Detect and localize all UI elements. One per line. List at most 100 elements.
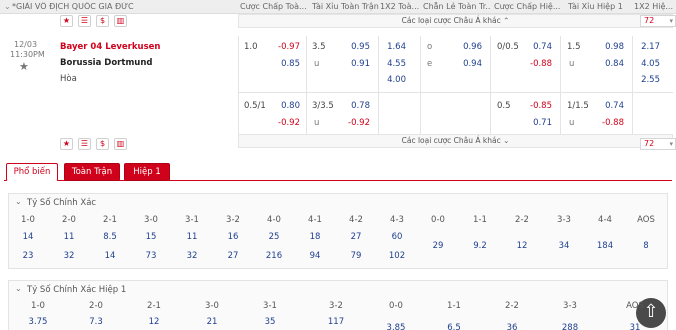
odd-alt-h1-ou-over[interactable]: 0.74 <box>592 101 624 111</box>
score-odd[interactable]: 94 <box>295 251 335 261</box>
odd-alt-h1-ou-under[interactable]: -0.88 <box>592 118 624 128</box>
score-odd[interactable]: 27 <box>336 232 376 242</box>
h1-hdp-line: 0/0.5 <box>497 42 519 52</box>
chevron-down-icon[interactable]: ⌄ <box>15 197 22 206</box>
score-odd[interactable]: 8 <box>626 241 666 251</box>
alt-h1-ou-line: 1/1.5 <box>567 101 589 111</box>
score-odd[interactable]: 25 <box>254 232 294 242</box>
score-odd[interactable]: 32 <box>172 251 212 261</box>
favorite-star-icon[interactable]: ★ <box>60 15 73 27</box>
score-odd[interactable]: 184 <box>585 241 625 251</box>
home-team[interactable]: Bayer 04 Leverkusen <box>60 42 160 52</box>
stats-icon[interactable]: ▥ <box>114 138 127 150</box>
odd-alt-hdp-away[interactable]: -0.92 <box>270 118 300 128</box>
odd-alt-h1-hdp-away[interactable]: 0.71 <box>522 118 552 128</box>
chevron-down-icon[interactable]: ⌄ <box>15 284 22 293</box>
stats-icon[interactable]: ▥ <box>114 15 127 27</box>
score-odd[interactable]: 7.3 <box>76 317 116 327</box>
score-odd[interactable]: 14 <box>8 232 48 242</box>
score-odd[interactable]: 73 <box>131 251 171 261</box>
divider <box>420 36 421 134</box>
odd-ou-over[interactable]: 0.95 <box>338 42 370 52</box>
score-odd[interactable]: 18 <box>295 232 335 242</box>
score-odd[interactable]: 102 <box>377 251 417 261</box>
collapse-icon[interactable]: ⌄ <box>4 2 11 11</box>
score-odd[interactable]: 9.2 <box>460 241 500 251</box>
score-odd[interactable]: 216 <box>254 251 294 261</box>
away-team[interactable]: Borussia Dortmund <box>60 58 152 68</box>
score-odd[interactable]: 60 <box>377 232 417 242</box>
odd-alt-h1-hdp-home[interactable]: -0.85 <box>522 101 552 111</box>
score-label: 3-3 <box>563 301 577 311</box>
score-odd[interactable]: 15 <box>131 232 171 242</box>
favorite-star-icon[interactable]: ★ <box>19 60 29 73</box>
score-odd[interactable]: 288 <box>550 323 590 330</box>
odd-1x2-home[interactable]: 1.64 <box>380 42 406 52</box>
col-header-h1-ou: Tài Xỉu Hiệp 1 <box>568 2 623 11</box>
odd-h1-hdp-away[interactable]: -0.88 <box>522 59 552 69</box>
h1-ou-under-label: u <box>569 59 575 69</box>
score-odd[interactable]: 11 <box>172 232 212 242</box>
col-header-h1-hdp: Cược Chấp Hiệ... <box>494 2 561 11</box>
odd-h1-hdp-home[interactable]: 0.74 <box>522 42 552 52</box>
score-odd[interactable]: 8.5 <box>90 232 130 242</box>
score-label: 1-0 <box>31 301 45 311</box>
tab-half-1[interactable]: Hiệp 1 <box>124 163 170 181</box>
odd-alt-ou-under[interactable]: -0.92 <box>338 118 370 128</box>
score-odd[interactable]: 79 <box>336 251 376 261</box>
score-odd[interactable]: 35 <box>250 317 290 327</box>
score-odd[interactable]: 27 <box>213 251 253 261</box>
league-title: *GIẢI VÔ ĐỊCH QUỐC GIA ĐỨC <box>12 2 134 11</box>
favorite-star-icon[interactable]: ★ <box>60 138 73 150</box>
alt-h1-ou-under-label: u <box>569 118 575 128</box>
score-odd[interactable]: 16 <box>213 232 253 242</box>
dollar-icon[interactable]: $ <box>96 15 109 27</box>
score-odd[interactable]: 29 <box>418 241 458 251</box>
score-odd[interactable]: 34 <box>544 241 584 251</box>
odd-hdp-away[interactable]: 0.85 <box>270 59 300 69</box>
score-odd[interactable]: 117 <box>316 317 356 327</box>
more-markets-count-top[interactable]: 72 ▾ <box>640 15 676 27</box>
odd-h1-1x2-away[interactable]: 4.05 <box>634 59 660 69</box>
odd-ou-under[interactable]: 0.91 <box>338 59 370 69</box>
odd-1x2-draw[interactable]: 4.00 <box>380 75 406 85</box>
score-odd[interactable]: 23 <box>8 251 48 261</box>
tab-popular[interactable]: Phổ biến <box>6 163 58 181</box>
list-icon[interactable]: ☰ <box>78 138 91 150</box>
dollar-icon[interactable]: $ <box>96 138 109 150</box>
odd-h1-1x2-home[interactable]: 2.17 <box>634 42 660 52</box>
score-odd[interactable]: 6.5 <box>434 323 474 330</box>
score-odd[interactable]: 3.75 <box>18 317 58 327</box>
odd-oe-even[interactable]: 0.94 <box>450 59 482 69</box>
alt-ou-under-label: u <box>314 118 320 128</box>
odd-h1-ou-over[interactable]: 0.98 <box>592 42 624 52</box>
score-odd[interactable]: 12 <box>134 317 174 327</box>
odd-h1-1x2-draw[interactable]: 2.55 <box>634 75 660 85</box>
score-odd[interactable]: 31 <box>615 323 655 330</box>
score-label: 2-1 <box>103 215 117 225</box>
more-markets-bar-top[interactable]: Các loại cược Châu Á khác ⌃ <box>238 14 673 28</box>
tab-full-match[interactable]: Toàn Trận <box>64 163 120 181</box>
odd-oe-odd[interactable]: 0.96 <box>450 42 482 52</box>
score-label: 4-4 <box>598 215 612 225</box>
score-odd[interactable]: 3.85 <box>376 323 416 330</box>
score-odd[interactable]: 14 <box>90 251 130 261</box>
col-header-hdp: Cược Chấp Toà... <box>240 2 307 11</box>
odd-alt-ou-over[interactable]: 0.78 <box>338 101 370 111</box>
list-icon[interactable]: ☰ <box>78 15 91 27</box>
ou-under-label: u <box>314 59 320 69</box>
score-odd[interactable]: 11 <box>49 232 89 242</box>
more-markets-bar-bottom[interactable]: Các loại cược Châu Á khác ⌄ <box>238 134 673 148</box>
score-odd[interactable]: 12 <box>502 241 542 251</box>
odd-h1-ou-under[interactable]: 0.84 <box>592 59 624 69</box>
h1-ou-line: 1.5 <box>567 42 581 52</box>
odd-hdp-home[interactable]: -0.97 <box>270 42 300 52</box>
score-odd[interactable]: 32 <box>49 251 89 261</box>
score-odd[interactable]: 36 <box>492 323 532 330</box>
score-label: 4-1 <box>308 215 322 225</box>
odd-alt-hdp-home[interactable]: 0.80 <box>270 101 300 111</box>
odd-1x2-away[interactable]: 4.55 <box>380 59 406 69</box>
alt-h1-hdp-line: 0.5 <box>497 101 511 111</box>
score-odd[interactable]: 21 <box>192 317 232 327</box>
more-markets-count-bottom[interactable]: 72 ▾ <box>640 138 676 150</box>
